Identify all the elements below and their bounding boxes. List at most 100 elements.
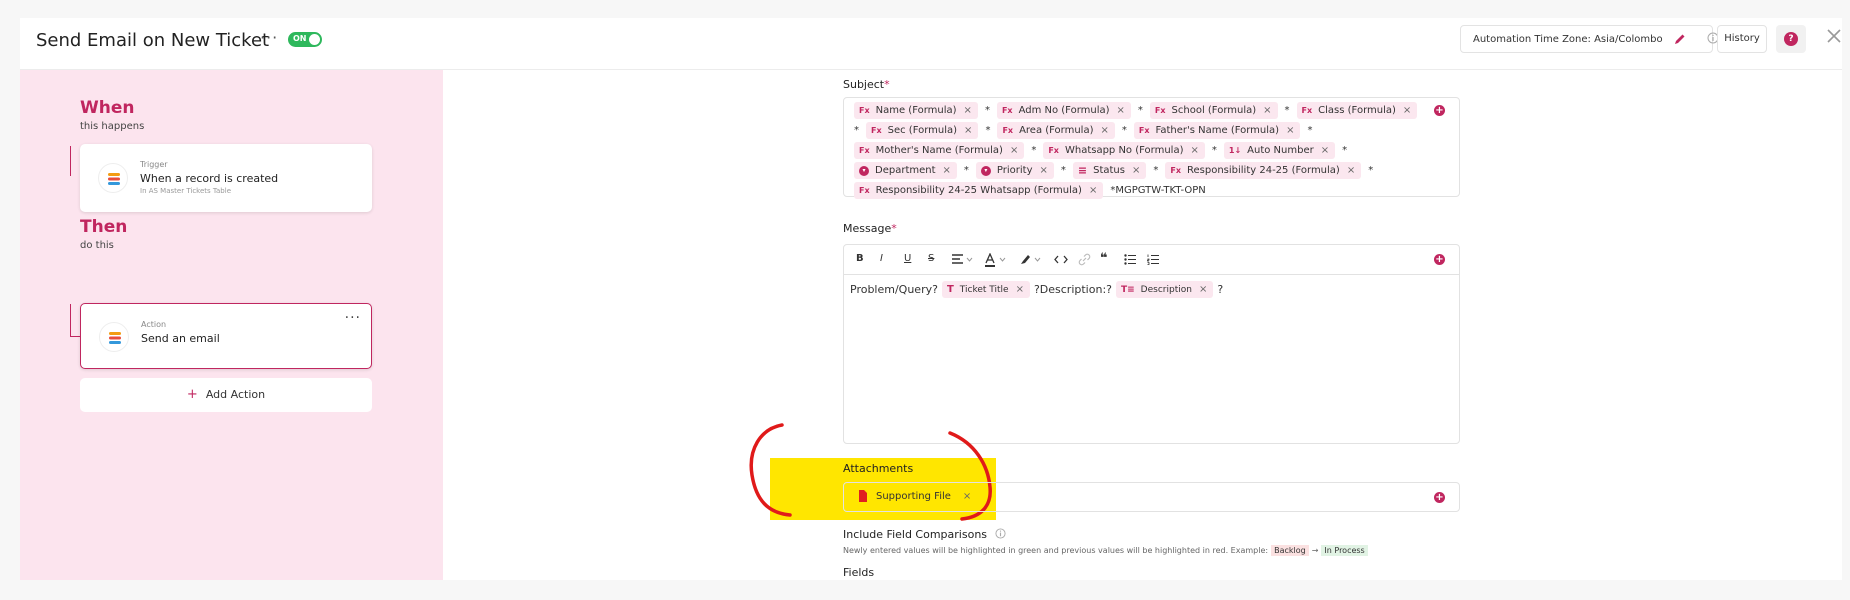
subject-token-auto-number[interactable]: 1↓ Auto Number × [1223, 142, 1336, 159]
remove-token-icon[interactable]: × [1347, 165, 1355, 176]
remove-token-icon[interactable]: × [1199, 284, 1207, 295]
remove-token-icon[interactable]: × [964, 105, 972, 116]
subject-token-department[interactable]: ▾ Department × [854, 162, 957, 179]
help-button[interactable]: ? [1776, 25, 1806, 53]
token-label: Sec (Formula) [887, 125, 958, 136]
subject-separator: * [1137, 105, 1143, 116]
history-button[interactable]: History [1717, 25, 1767, 53]
add-field-icon[interactable]: + [1434, 254, 1445, 265]
remove-token-icon[interactable]: × [1403, 105, 1411, 116]
subject-token-priority[interactable]: ▾ Priority × [975, 162, 1054, 179]
auto-number-icon: 1↓ [1228, 146, 1242, 155]
quote-icon[interactable]: ❝ [1100, 251, 1108, 266]
underline-button[interactable]: U [904, 253, 911, 264]
required-marker: * [891, 222, 897, 235]
remove-token-icon[interactable]: × [1117, 105, 1125, 116]
token-label: Mother's Name (Formula) [875, 145, 1003, 156]
field-comparisons-title: Include Field Comparisons [843, 528, 1006, 541]
trigger-text: When a record is created [140, 172, 279, 185]
remove-token-icon[interactable]: × [1040, 165, 1048, 176]
title-more-button[interactable]: ··· [260, 28, 278, 47]
subject-token-area[interactable]: Fx Area (Formula) × [997, 122, 1115, 139]
subject-token-school[interactable]: Fx School (Formula) × [1149, 102, 1278, 119]
numbered-list-icon[interactable] [1147, 254, 1160, 265]
attachments-input[interactable]: Supporting File × + [843, 482, 1460, 512]
action-connector [70, 304, 71, 336]
message-editor[interactable]: B I U S ❝ + Problem/Query? T Ticket Title… [843, 244, 1460, 444]
bullet-list-icon[interactable] [1124, 254, 1137, 265]
align-icon[interactable] [952, 254, 974, 265]
status-icon: ≡ [1077, 164, 1088, 177]
remove-token-icon[interactable]: × [1132, 165, 1140, 176]
token-label: Area (Formula) [1019, 125, 1094, 136]
formula-icon: Fx [1001, 106, 1013, 115]
code-icon[interactable] [1054, 254, 1068, 265]
subject-separator: * [1368, 165, 1374, 176]
when-subheading: this happens [80, 121, 145, 132]
subject-separator: * [963, 165, 969, 176]
trigger-card[interactable]: Trigger When a record is created In AS M… [80, 144, 372, 212]
annotation-marks [749, 423, 992, 521]
highlight-icon[interactable] [1019, 253, 1045, 266]
subject-token-adm-no[interactable]: Fx Adm No (Formula) × [996, 102, 1131, 119]
subject-token-sec[interactable]: Fx Sec (Formula) × [866, 122, 979, 139]
token-label: Responsibility 24-25 (Formula) [1187, 165, 1340, 176]
subject-token-responsibility-whatsapp[interactable]: Fx Responsibility 24-25 Whatsapp (Formula… [854, 182, 1104, 199]
attachments-label: Attachments [843, 462, 914, 475]
remove-attachment-icon[interactable]: × [963, 491, 971, 502]
add-action-button[interactable]: + Add Action [80, 378, 372, 412]
automation-title[interactable]: Send Email on New Ticket [36, 30, 269, 51]
example-new-value: In Process [1321, 545, 1368, 556]
text-color-icon[interactable] [984, 253, 1010, 267]
remove-token-icon[interactable]: × [1263, 105, 1271, 116]
italic-button[interactable]: I [880, 253, 883, 264]
flow-connector [70, 146, 71, 176]
remove-token-icon[interactable]: × [943, 165, 951, 176]
subject-token-status[interactable]: ≡ Status × [1072, 162, 1147, 179]
remove-token-icon[interactable]: × [1286, 125, 1294, 136]
formula-icon: Fx [859, 146, 870, 155]
message-content[interactable]: Problem/Query? T Ticket Title × ?Descripti… [850, 281, 1223, 298]
subject-token-class[interactable]: Fx Class (Formula) × [1296, 102, 1418, 119]
subject-token-whatsapp-no[interactable]: Fx Whatsapp No (Formula) × [1043, 142, 1205, 159]
action-text: Send an email [141, 332, 220, 345]
subject-token-fathers-name[interactable]: Fx Father's Name (Formula) × [1133, 122, 1301, 139]
subject-separator: * [984, 105, 990, 116]
add-field-icon[interactable]: + [1434, 105, 1445, 116]
subject-token-mothers-name[interactable]: Fx Mother's Name (Formula) × [854, 142, 1025, 159]
remove-token-icon[interactable]: × [1101, 125, 1109, 136]
message-label: Message* [843, 222, 897, 235]
message-toolbar: B I U S ❝ + [844, 245, 1459, 275]
remove-token-icon[interactable]: × [1089, 185, 1097, 196]
remove-token-icon[interactable]: × [1321, 145, 1329, 156]
remove-token-icon[interactable]: × [1190, 145, 1198, 156]
pencil-icon[interactable] [1673, 32, 1687, 46]
field-comparisons-desc-text: Newly entered values will be highlighted… [843, 546, 1269, 555]
formula-icon: Fx [1301, 106, 1313, 115]
close-icon[interactable] [1824, 26, 1844, 46]
remove-token-icon[interactable]: × [1010, 145, 1018, 156]
action-menu-button[interactable]: ··· [345, 310, 361, 326]
timezone-button[interactable]: Automation Time Zone: Asia/Colombo [1460, 25, 1719, 53]
formula-icon: Fx [859, 106, 870, 115]
strikethrough-button[interactable]: S [928, 253, 934, 264]
attachment-token[interactable]: Supporting File × [858, 490, 971, 502]
automation-enabled-toggle[interactable]: ON [288, 32, 322, 47]
subject-token-responsibility[interactable]: Fx Responsibility 24-25 (Formula) × [1165, 162, 1362, 179]
add-attachment-icon[interactable]: + [1434, 492, 1445, 503]
bold-button[interactable]: B [856, 253, 864, 264]
subject-token-list: Fx Name (Formula) × * Fx Adm No (Formula) × … [854, 102, 1434, 199]
remove-token-icon[interactable]: × [964, 125, 972, 136]
info-icon[interactable] [994, 528, 1006, 539]
remove-token-icon[interactable]: × [1016, 284, 1024, 295]
formula-icon: Fx [1154, 106, 1166, 115]
message-token-ticket-title[interactable]: T Ticket Title × [941, 281, 1030, 298]
subject-separator: * [854, 125, 859, 136]
subject-token-name[interactable]: Fx Name (Formula) × [854, 102, 978, 119]
token-label: Father's Name (Formula) [1155, 125, 1280, 136]
action-card[interactable]: Action Send an email ··· [80, 303, 372, 369]
message-token-description[interactable]: T≡ Description × [1115, 281, 1214, 298]
subject-input[interactable]: Fx Name (Formula) × * Fx Adm No (Formula) × … [843, 97, 1460, 199]
link-icon[interactable] [1078, 253, 1091, 266]
token-label: Class (Formula) [1318, 105, 1396, 116]
